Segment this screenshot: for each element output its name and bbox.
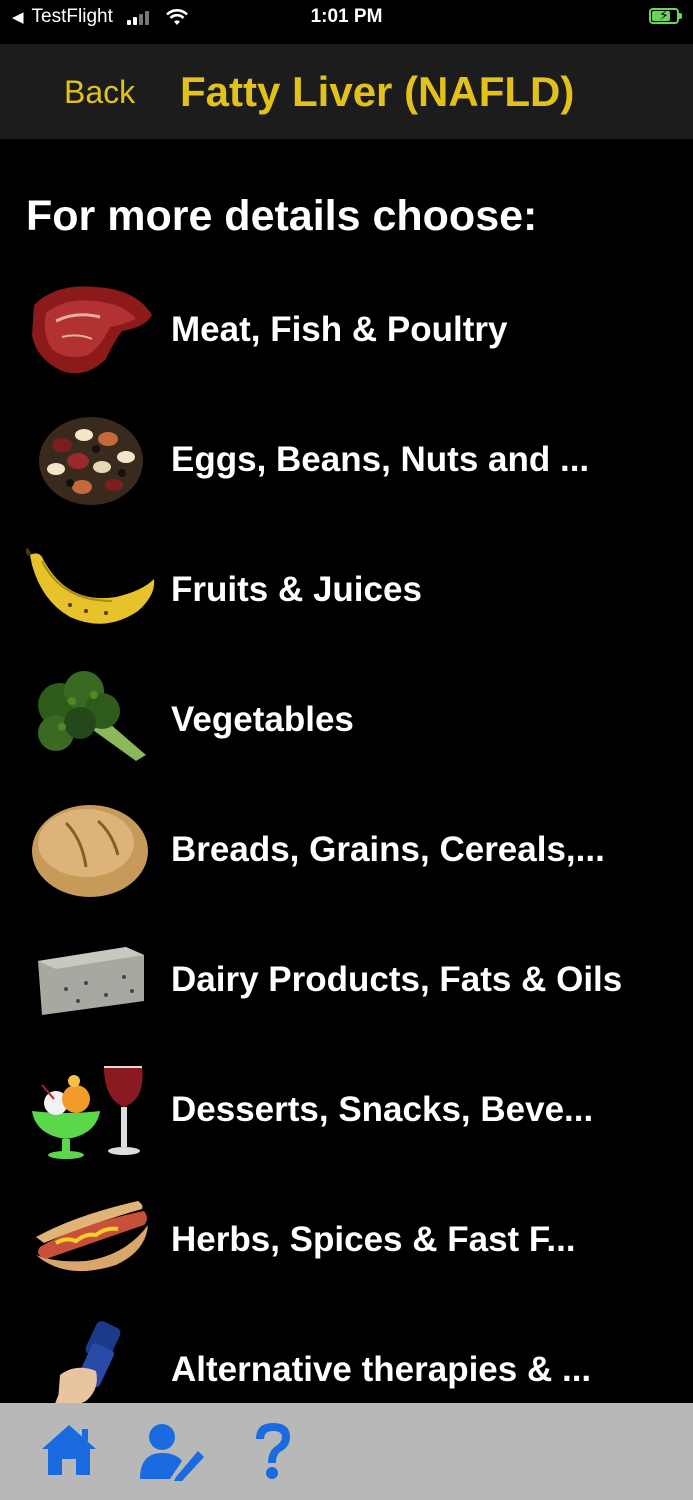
- category-row-herbs-fastfood[interactable]: Herbs, Spices & Fast F...: [0, 1180, 693, 1300]
- category-label: Eggs, Beans, Nuts and ...: [171, 440, 590, 479]
- category-label: Breads, Grains, Cereals,...: [171, 830, 605, 869]
- home-icon[interactable]: [40, 1421, 98, 1477]
- tab-bar: [0, 1403, 693, 1500]
- banana-icon: [26, 547, 155, 624]
- user-edit-icon[interactable]: [138, 1421, 206, 1481]
- help-question-icon[interactable]: [250, 1421, 296, 1481]
- category-label: Meat, Fish & Poultry: [171, 310, 508, 349]
- cheese-icon: [38, 947, 144, 1015]
- broccoli-icon: [38, 671, 146, 761]
- dessert-wine-icon: [32, 1066, 143, 1159]
- page-title: Fatty Liver (NAFLD): [180, 68, 575, 115]
- category-label: Alternative therapies & ...: [171, 1350, 592, 1389]
- navigation-bar: Back Fatty Liver (NAFLD): [0, 44, 693, 139]
- hotdog-icon: [36, 1201, 148, 1272]
- beans-icon: [39, 417, 143, 505]
- category-row-breads[interactable]: Breads, Grains, Cereals,...: [0, 790, 693, 910]
- category-row-dairy[interactable]: Dairy Products, Fats & Oils: [0, 920, 693, 1040]
- category-label: Fruits & Juices: [171, 570, 422, 609]
- category-label: Herbs, Spices & Fast F...: [171, 1220, 576, 1259]
- battery-charging-icon: ⚡: [649, 7, 682, 24]
- category-label: Desserts, Snacks, Beve...: [171, 1090, 594, 1129]
- bread-loaf-icon: [32, 805, 148, 897]
- status-bar: ◀ TestFlight 1:01 PM ⚡: [0, 0, 693, 44]
- category-row-fruits[interactable]: Fruits & Juices: [0, 530, 693, 650]
- category-row-vegetables[interactable]: Vegetables: [0, 660, 693, 780]
- category-row-desserts[interactable]: Desserts, Snacks, Beve...: [0, 1050, 693, 1170]
- category-label: Vegetables: [171, 700, 354, 739]
- back-button[interactable]: Back: [64, 74, 135, 111]
- category-row-meat[interactable]: Meat, Fish & Poultry: [0, 270, 693, 390]
- category-row-eggs-beans-nuts[interactable]: Eggs, Beans, Nuts and ...: [0, 400, 693, 520]
- meat-steak-icon: [32, 286, 152, 374]
- category-label: Dairy Products, Fats & Oils: [171, 960, 623, 999]
- section-heading: For more details choose:: [26, 192, 538, 240]
- status-time: 1:01 PM: [310, 6, 383, 27]
